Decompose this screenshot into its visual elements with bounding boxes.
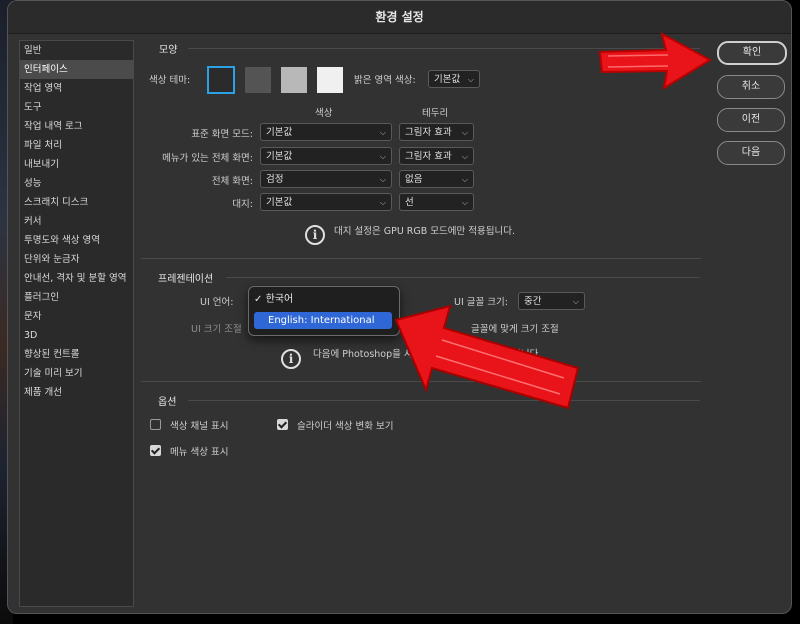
sidebar-item-history-log[interactable]: 작업 내역 로그 — [20, 117, 133, 136]
language-option-korean-label: 한국어 — [265, 294, 294, 305]
theme-swatch-light[interactable] — [281, 67, 307, 93]
color-column-header: 색상 — [315, 108, 333, 119]
appearance-section-title: 모양 — [159, 45, 178, 56]
standard-screen-border-dropdown[interactable]: 그림자 효과 ⌵ — [399, 123, 474, 141]
chevron-down-icon: ⌵ — [379, 175, 386, 184]
fullscreen-color-dropdown[interactable]: 검정 ⌵ — [260, 170, 392, 188]
theme-swatch-dark[interactable] — [245, 67, 271, 93]
presentation-section-title: 프레젠테이션 — [158, 274, 214, 285]
sidebar-item-3d[interactable]: 3D — [20, 326, 133, 345]
sidebar-item-cursors[interactable]: 커서 — [20, 212, 133, 231]
presentation-divider — [226, 277, 700, 278]
prev-button[interactable]: 이전 — [717, 108, 785, 132]
artboard-info-text: 대지 설정은 GPU RGB 모드에만 적용됩니다. — [334, 226, 516, 237]
language-option-korean[interactable]: ✓ 한국어 — [254, 291, 392, 308]
sidebar-item-type[interactable]: 문자 — [20, 307, 133, 326]
sidebar-item-interface[interactable]: 인터페이스 — [20, 60, 133, 79]
chevron-down-icon: ⌵ — [461, 128, 468, 137]
ui-scaling-label: UI 크기 조절 — [191, 324, 242, 335]
sidebar-item-product-improvement[interactable]: 제품 개선 — [20, 383, 133, 402]
checkmark-icon: ✓ — [254, 294, 263, 305]
sidebar-item-file-handling[interactable]: 파일 처리 — [20, 136, 133, 155]
red-arrow-left-icon — [394, 304, 580, 410]
fullscreen-menu-border-value: 그림자 효과 — [405, 151, 452, 162]
preferences-sidebar: 일반 인터페이스 작업 영역 도구 작업 내역 로그 파일 처리 내보내기 성능… — [19, 40, 134, 607]
standard-screen-color-value: 기본값 — [266, 127, 293, 138]
artboard-border-dropdown[interactable]: 선 ⌵ — [399, 193, 474, 211]
fullscreen-label: 전체 화면: — [211, 176, 253, 187]
next-button[interactable]: 다음 — [717, 141, 785, 165]
ok-button[interactable]: 확인 — [717, 41, 787, 65]
dynamic-color-sliders-label: 슬라이더 색상 변화 보기 — [297, 421, 394, 432]
chevron-down-icon: ⌵ — [379, 152, 386, 161]
theme-swatch-darkest[interactable] — [207, 66, 235, 94]
sidebar-item-tools[interactable]: 도구 — [20, 98, 133, 117]
artboard-border-value: 선 — [405, 197, 414, 208]
artboard-color-dropdown[interactable]: 기본값 ⌵ — [260, 193, 392, 211]
options-section-title: 옵션 — [158, 397, 177, 408]
sidebar-item-export[interactable]: 내보내기 — [20, 155, 133, 174]
red-arrow-right-icon — [598, 32, 713, 91]
chevron-down-icon: ⌵ — [461, 175, 468, 184]
info-icon: i — [281, 349, 301, 369]
info-icon: i — [305, 225, 325, 245]
chevron-down-icon: ⌵ — [461, 198, 468, 207]
sidebar-item-workspace[interactable]: 작업 영역 — [20, 79, 133, 98]
sidebar-item-transparency[interactable]: 투명도와 색상 영역 — [20, 231, 133, 250]
theme-swatch-lightest[interactable] — [317, 67, 343, 93]
sidebar-item-performance[interactable]: 성능 — [20, 174, 133, 193]
fullscreen-menu-label: 메뉴가 있는 전체 화면: — [162, 153, 253, 164]
chevron-down-icon: ⌵ — [467, 75, 474, 84]
fullscreen-menu-border-dropdown[interactable]: 그림자 효과 ⌵ — [399, 147, 474, 165]
language-option-english-label: English: International — [268, 315, 375, 326]
dynamic-color-sliders-checkbox[interactable] — [277, 419, 288, 430]
fullscreen-color-value: 검정 — [266, 174, 284, 185]
show-channels-in-color-label: 색상 채널 표시 — [170, 421, 229, 432]
fullscreen-menu-color-dropdown[interactable]: 기본값 ⌵ — [260, 147, 392, 165]
fullscreen-border-dropdown[interactable]: 없음 ⌵ — [399, 170, 474, 188]
standard-screen-border-value: 그림자 효과 — [405, 127, 452, 138]
sidebar-item-tech-previews[interactable]: 기술 미리 보기 — [20, 364, 133, 383]
show-menu-colors-label: 메뉴 색상 표시 — [170, 447, 229, 458]
sidebar-item-general[interactable]: 일반 — [20, 41, 133, 60]
chevron-down-icon: ⌵ — [379, 198, 386, 207]
fullscreen-border-value: 없음 — [405, 174, 423, 185]
highlight-color-dropdown[interactable]: 기본값 ⌵ — [428, 70, 480, 88]
divider — [141, 258, 701, 259]
language-option-english[interactable]: English: International — [254, 312, 392, 329]
highlight-color-value: 기본값 — [434, 74, 461, 85]
sidebar-item-units-rulers[interactable]: 단위와 눈금자 — [20, 250, 133, 269]
show-menu-colors-checkbox[interactable] — [150, 445, 161, 456]
cancel-button[interactable]: 취소 — [717, 75, 785, 99]
show-channels-in-color-checkbox[interactable] — [150, 419, 161, 430]
fullscreen-menu-color-value: 기본값 — [266, 151, 293, 162]
chevron-down-icon: ⌵ — [379, 128, 386, 137]
artboard-label: 대지: — [232, 199, 253, 210]
highlight-color-label: 밝은 영역 색상: — [354, 75, 416, 86]
color-theme-label: 색상 테마: — [149, 75, 191, 86]
sidebar-item-guides-grid[interactable]: 안내선, 격자 및 분할 영역 — [20, 269, 133, 288]
artboard-color-value: 기본값 — [266, 197, 293, 208]
sidebar-item-plugins[interactable]: 플러그인 — [20, 288, 133, 307]
ui-language-popup-menu: ✓ 한국어 English: International — [248, 286, 400, 336]
standard-screen-mode-label: 표준 화면 모드: — [191, 129, 253, 140]
ui-language-label: UI 언어: — [200, 297, 234, 308]
chevron-down-icon: ⌵ — [461, 152, 468, 161]
sidebar-item-scratch-disks[interactable]: 스크래치 디스크 — [20, 193, 133, 212]
standard-screen-color-dropdown[interactable]: 기본값 ⌵ — [260, 123, 392, 141]
sidebar-item-enhanced-controls[interactable]: 향상된 컨트롤 — [20, 345, 133, 364]
border-column-header: 테두리 — [422, 108, 449, 119]
